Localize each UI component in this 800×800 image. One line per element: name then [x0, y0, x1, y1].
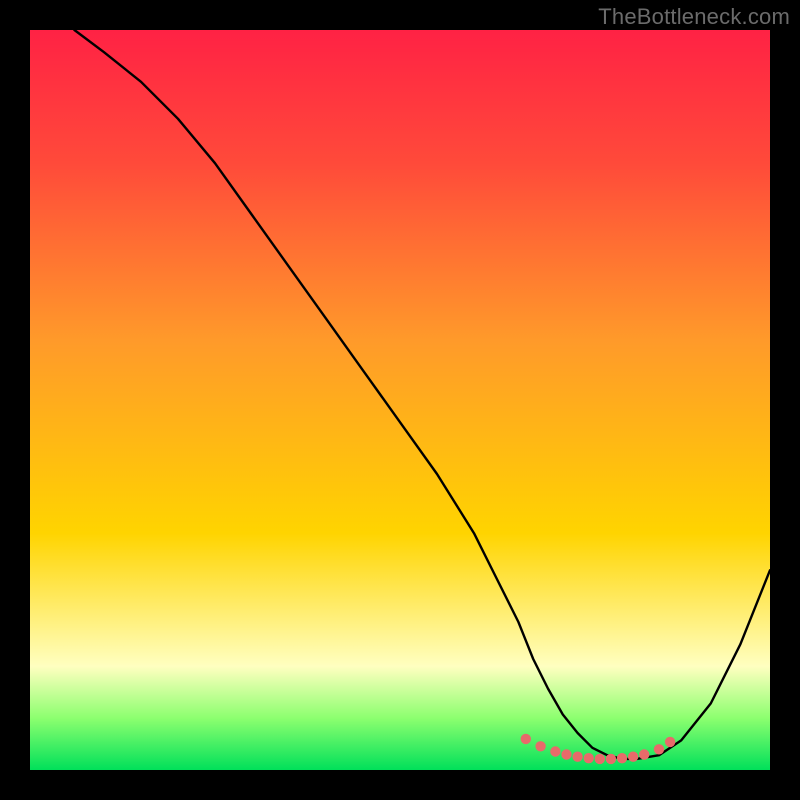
optimal-dot: [584, 753, 594, 763]
optimal-dot: [617, 753, 627, 763]
bottleneck-chart: [0, 0, 800, 800]
optimal-dot: [595, 754, 605, 764]
optimal-dot: [606, 754, 616, 764]
optimal-dot: [550, 746, 560, 756]
optimal-dot: [654, 744, 664, 754]
optimal-dot: [639, 749, 649, 759]
outer-frame: TheBottleneck.com: [0, 0, 800, 800]
optimal-dot: [561, 749, 571, 759]
optimal-dot: [521, 734, 531, 744]
optimal-dot: [572, 752, 582, 762]
gradient-plot-area: [30, 30, 770, 770]
watermark-text: TheBottleneck.com: [598, 4, 790, 30]
optimal-dot: [665, 737, 675, 747]
optimal-dot: [628, 752, 638, 762]
optimal-dot: [535, 741, 545, 751]
